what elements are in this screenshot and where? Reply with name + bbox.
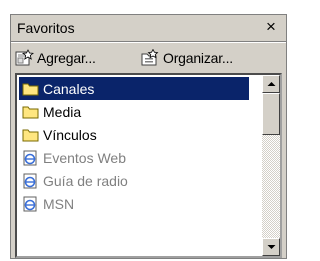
scroll-down-arrow-icon bbox=[267, 245, 275, 249]
list-item-label: Eventos Web bbox=[43, 149, 127, 166]
folder-icon bbox=[21, 127, 39, 143]
add-favorite-icon bbox=[15, 49, 34, 66]
scroll-up-button[interactable] bbox=[262, 75, 280, 93]
organize-favorites-icon bbox=[141, 49, 159, 66]
organize-favorites-button[interactable]: Organizar... bbox=[141, 48, 233, 68]
scroll-thumb[interactable] bbox=[262, 93, 280, 135]
pane-title-bar: Favoritos × bbox=[11, 15, 286, 42]
favorites-list-box: Canales Media Vínculos Eventos Web Guía … bbox=[15, 73, 282, 258]
add-favorite-button[interactable]: Agregar... bbox=[15, 48, 96, 68]
folder-icon bbox=[21, 104, 39, 120]
list-item-label: Media bbox=[43, 103, 82, 120]
organize-favorites-label: Organizar... bbox=[163, 50, 233, 66]
favorites-toolbar: Agregar... Organizar... bbox=[11, 43, 286, 73]
list-item-media[interactable]: Media bbox=[19, 100, 259, 123]
list-item-label: Vínculos bbox=[43, 126, 97, 143]
favorites-pane: Favoritos × Agregar... Organizar... Cana… bbox=[10, 14, 287, 259]
scroll-down-button[interactable] bbox=[262, 238, 280, 256]
list-item-eventos-web[interactable]: Eventos Web bbox=[19, 146, 259, 169]
list-item-guia-de-radio[interactable]: Guía de radio bbox=[19, 169, 259, 192]
folder-icon bbox=[21, 81, 39, 97]
list-item-label: Canales bbox=[43, 80, 95, 97]
list-item-vinculos[interactable]: Vínculos bbox=[19, 123, 259, 146]
vertical-scrollbar[interactable] bbox=[262, 75, 280, 256]
add-favorite-label: Agregar... bbox=[37, 50, 96, 66]
scroll-up-arrow-icon bbox=[267, 82, 275, 86]
list-item-msn[interactable]: MSN bbox=[19, 192, 259, 215]
list-item-label: Guía de radio bbox=[43, 172, 128, 189]
close-button[interactable]: × bbox=[262, 17, 280, 37]
list-item-label: MSN bbox=[43, 195, 75, 212]
pane-title: Favoritos bbox=[17, 20, 75, 36]
web-link-icon bbox=[21, 173, 39, 189]
web-link-icon bbox=[21, 196, 39, 212]
favorites-list: Canales Media Vínculos Eventos Web Guía … bbox=[19, 77, 259, 215]
list-item-canales[interactable]: Canales bbox=[19, 77, 249, 100]
web-link-icon bbox=[21, 150, 39, 166]
